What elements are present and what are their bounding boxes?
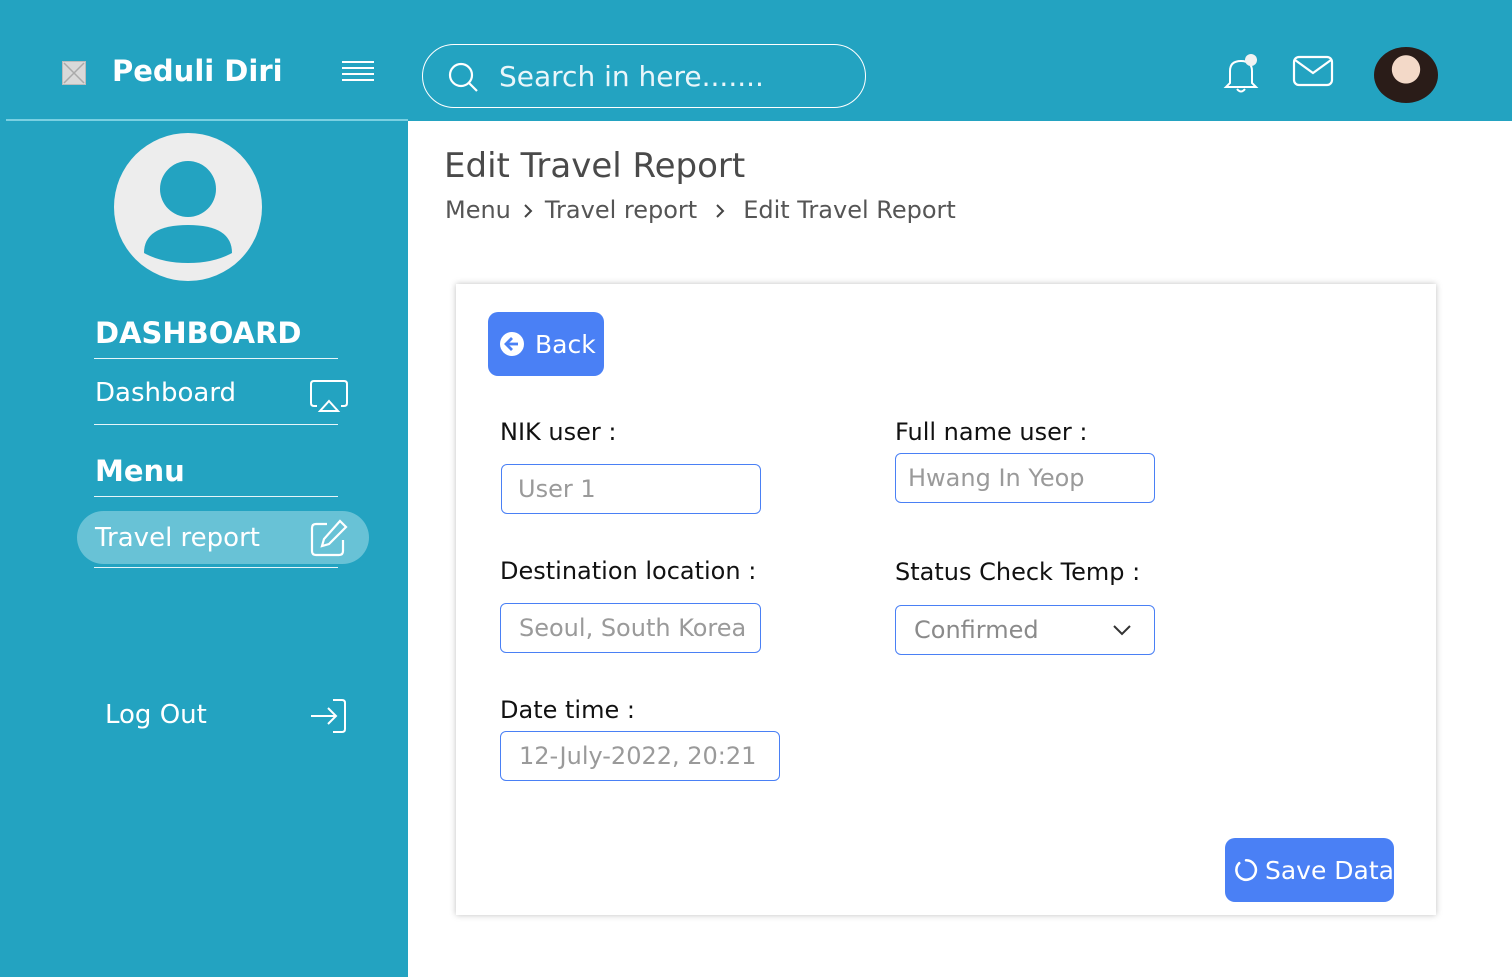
back-button-label: Back [535,329,596,359]
status-select-value: Confirmed [914,616,1039,644]
sidebar-section-dashboard: DASHBOARD [95,316,302,350]
logout-link[interactable]: Log Out [105,700,207,730]
sidebar-divider [6,119,408,121]
breadcrumb-item-travel-report[interactable]: Travel report [545,196,697,224]
page-title: Edit Travel Report [444,146,746,186]
back-button[interactable]: Back [488,312,604,376]
search-input[interactable] [499,55,839,97]
destination-label: Destination location : [500,557,757,585]
save-data-label: Save Data [1264,855,1394,885]
breadcrumb-item-menu[interactable]: Menu [445,196,511,224]
nik-label: NIK user : [500,418,617,446]
bell-icon[interactable] [1222,52,1262,94]
breadcrumb-item-edit-travel-report: Edit Travel Report [743,196,956,224]
chevron-right-icon [511,198,545,222]
status-select[interactable]: Confirmed [895,605,1155,655]
airplay-icon[interactable] [309,378,349,414]
fullname-input[interactable] [895,453,1155,503]
sidebar-item-travel-report-label[interactable]: Travel report [95,523,260,553]
chevron-down-icon [1113,625,1131,636]
destination-input[interactable] [500,603,761,653]
app-title: Peduli Diri [112,54,283,88]
user-avatar[interactable] [1374,47,1438,103]
fullname-label: Full name user : [895,418,1088,446]
sidebar-section-menu: Menu [95,454,185,488]
edit-icon[interactable] [309,518,349,558]
datetime-label: Date time : [500,696,635,724]
save-data-button[interactable]: Save Data [1225,838,1394,902]
status-label: Status Check Temp : [895,558,1141,586]
hamburger-menu-icon[interactable] [340,59,376,85]
broken-image-icon [62,61,86,85]
chevron-right-icon [697,198,743,222]
divider [94,424,338,425]
form-card [456,284,1436,915]
arrow-left-circle-icon [500,332,524,356]
user-profile-icon [114,133,262,281]
divider [94,358,338,359]
mail-icon[interactable] [1292,55,1334,87]
divider [94,567,338,568]
sidebar-item-dashboard[interactable]: Dashboard [95,378,236,408]
divider [94,496,338,497]
datetime-input[interactable] [500,731,780,781]
breadcrumb: Menu Travel report Edit Travel Report [445,196,956,224]
nik-input[interactable] [501,464,761,514]
loading-circle-icon [1235,858,1258,882]
search-bar [422,44,866,108]
search-icon[interactable] [447,61,479,93]
logout-icon[interactable] [309,698,347,734]
